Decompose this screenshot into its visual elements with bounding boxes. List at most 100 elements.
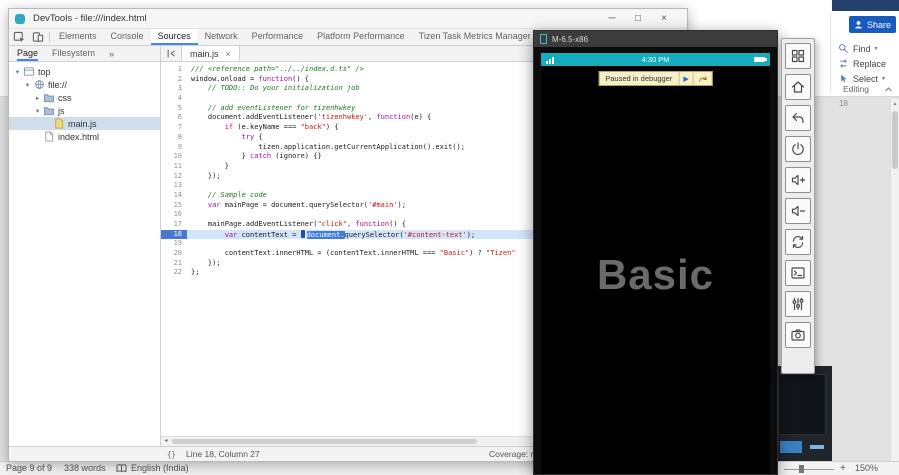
- gutter-cell[interactable]: 22: [161, 268, 187, 278]
- volume-down-button[interactable]: [785, 198, 811, 224]
- gutter-cell[interactable]: 13: [161, 181, 187, 191]
- emulator-screen[interactable]: 4:30 PM Paused in debugger ▶ Basic: [541, 53, 770, 474]
- sidebar-tabs: Page Filesystem »: [9, 46, 160, 62]
- tab-network[interactable]: Network: [198, 29, 245, 45]
- chevron-collapsed-icon[interactable]: ▸: [33, 94, 42, 102]
- gutter-cell[interactable]: 1: [161, 65, 187, 75]
- gutter-cell[interactable]: 21: [161, 259, 187, 269]
- gutter-cell[interactable]: 5: [161, 104, 187, 114]
- gutter-cell[interactable]: 6: [161, 113, 187, 123]
- language-status[interactable]: English (India): [131, 462, 189, 475]
- gutter-cell[interactable]: 14: [161, 191, 187, 201]
- paused-label: Paused in debugger: [599, 72, 678, 85]
- gutter-cell[interactable]: 3: [161, 84, 187, 94]
- share-button[interactable]: Share: [849, 16, 896, 33]
- collapse-ribbon-icon[interactable]: [884, 85, 893, 94]
- tab-sources[interactable]: Sources: [151, 29, 198, 45]
- chevron-expanded-icon[interactable]: ▾: [23, 81, 32, 89]
- gutter-cell[interactable]: 16: [161, 210, 187, 220]
- sources-sidebar: Page Filesystem » ▾ top▾file://▸css ▾ jsmain.…: [9, 46, 161, 446]
- gutter-cell[interactable]: 11: [161, 162, 187, 172]
- ribbon-group-divider: [830, 13, 831, 93]
- chevron-expanded-icon[interactable]: ▾: [33, 107, 42, 115]
- editor-gutter[interactable]: 12345678910111213141516171819202122: [161, 62, 187, 436]
- chevron-expanded-icon[interactable]: ▾: [13, 68, 22, 76]
- execution-caret: [301, 230, 305, 238]
- zoom-slider-handle[interactable]: [799, 465, 804, 473]
- resume-script-button[interactable]: ▶: [678, 72, 692, 85]
- scroll-up-icon[interactable]: ▴: [891, 99, 899, 109]
- close-button[interactable]: ×: [651, 10, 677, 28]
- tree-item-css[interactable]: ▸css: [9, 91, 160, 104]
- gutter-cell[interactable]: 10: [161, 152, 187, 162]
- tab-platform-performance[interactable]: Platform Performance: [310, 29, 412, 45]
- gutter-cell[interactable]: 9: [161, 143, 187, 153]
- gutter-cell[interactable]: 2: [161, 75, 187, 85]
- zoom-slider-track[interactable]: [784, 469, 834, 470]
- tree-item-label: js: [58, 106, 65, 116]
- sidebar-tabs-overflow-icon[interactable]: »: [109, 46, 114, 61]
- pretty-print-icon[interactable]: {}: [167, 450, 176, 459]
- editor-tab-label: main.js: [190, 49, 219, 59]
- gutter-cell[interactable]: 4: [161, 94, 187, 104]
- gutter-cell[interactable]: 7: [161, 123, 187, 133]
- tree-item-label: top: [38, 67, 51, 77]
- tree-item-main-js[interactable]: main.js: [9, 117, 160, 130]
- back-button[interactable]: [785, 105, 811, 131]
- gutter-cell[interactable]: 17: [161, 220, 187, 230]
- controls-button[interactable]: [785, 291, 811, 317]
- apps-grid-button[interactable]: [785, 43, 811, 69]
- document-embedded-image: [772, 366, 832, 461]
- sidebar-tab-filesystem[interactable]: Filesystem: [52, 46, 95, 61]
- tab-tizen-task-metrics-manager[interactable]: Tizen Task Metrics Manager: [412, 29, 538, 45]
- emulator-control-panel: [781, 38, 815, 374]
- find-button[interactable]: Find ▾: [838, 42, 878, 55]
- controls-icon: [790, 296, 806, 312]
- tab-elements[interactable]: Elements: [52, 29, 104, 45]
- scrollbar-thumb[interactable]: [892, 111, 898, 169]
- word-vertical-scrollbar[interactable]: ▴: [890, 99, 899, 461]
- gutter-cell[interactable]: 8: [161, 133, 187, 143]
- camera-button[interactable]: [785, 322, 811, 348]
- gutter-cell[interactable]: 20: [161, 249, 187, 259]
- tree-item-top[interactable]: ▾ top: [9, 65, 160, 78]
- inspect-element-button[interactable]: [9, 29, 28, 45]
- editor-tab-main-js[interactable]: main.js ×: [181, 46, 240, 61]
- tab-performance[interactable]: Performance: [245, 29, 311, 45]
- minimize-button[interactable]: ─: [599, 10, 625, 28]
- zoom-in-button[interactable]: +: [840, 462, 846, 475]
- page-count[interactable]: Page 9 of 9: [6, 462, 52, 475]
- hide-navigator-icon[interactable]: [161, 46, 181, 61]
- scroll-left-icon[interactable]: ◂: [161, 437, 171, 446]
- selected-token: document.: [307, 231, 345, 239]
- app-content-text[interactable]: Basic: [541, 251, 770, 299]
- tree-item-js[interactable]: ▾ js: [9, 104, 160, 117]
- replace-button[interactable]: Replace: [838, 57, 886, 70]
- scrollbar-thumb[interactable]: [172, 439, 477, 444]
- maximize-button[interactable]: □: [625, 10, 651, 28]
- rotate-button[interactable]: [785, 229, 811, 255]
- shell-button[interactable]: [785, 260, 811, 286]
- step-over-button[interactable]: [693, 72, 712, 85]
- zoom-level[interactable]: 150%: [855, 462, 878, 475]
- tree-item-label: index.html: [58, 132, 99, 142]
- tree-item-file-[interactable]: ▾file://: [9, 78, 160, 91]
- file-icon: [42, 131, 56, 142]
- power-button[interactable]: [785, 136, 811, 162]
- home-button[interactable]: [785, 74, 811, 100]
- sidebar-tab-page[interactable]: Page: [17, 46, 38, 61]
- proofing-book-icon: [116, 464, 127, 473]
- volume-up-button[interactable]: [785, 167, 811, 193]
- word-count[interactable]: 338 words: [64, 462, 106, 475]
- cursor-position: Line 18, Column 27: [186, 449, 260, 459]
- gutter-cell[interactable]: 15: [161, 201, 187, 211]
- close-tab-icon[interactable]: ×: [226, 49, 231, 59]
- gutter-cell[interactable]: 18: [161, 230, 187, 240]
- find-label: Find: [853, 44, 871, 54]
- tree-item-index-html[interactable]: index.html: [9, 130, 160, 143]
- tab-console[interactable]: Console: [104, 29, 151, 45]
- gutter-cell[interactable]: 12: [161, 172, 187, 182]
- device-toolbar-button[interactable]: [28, 29, 47, 45]
- gutter-cell[interactable]: 19: [161, 239, 187, 249]
- paused-in-debugger-banner: Paused in debugger ▶: [598, 71, 713, 86]
